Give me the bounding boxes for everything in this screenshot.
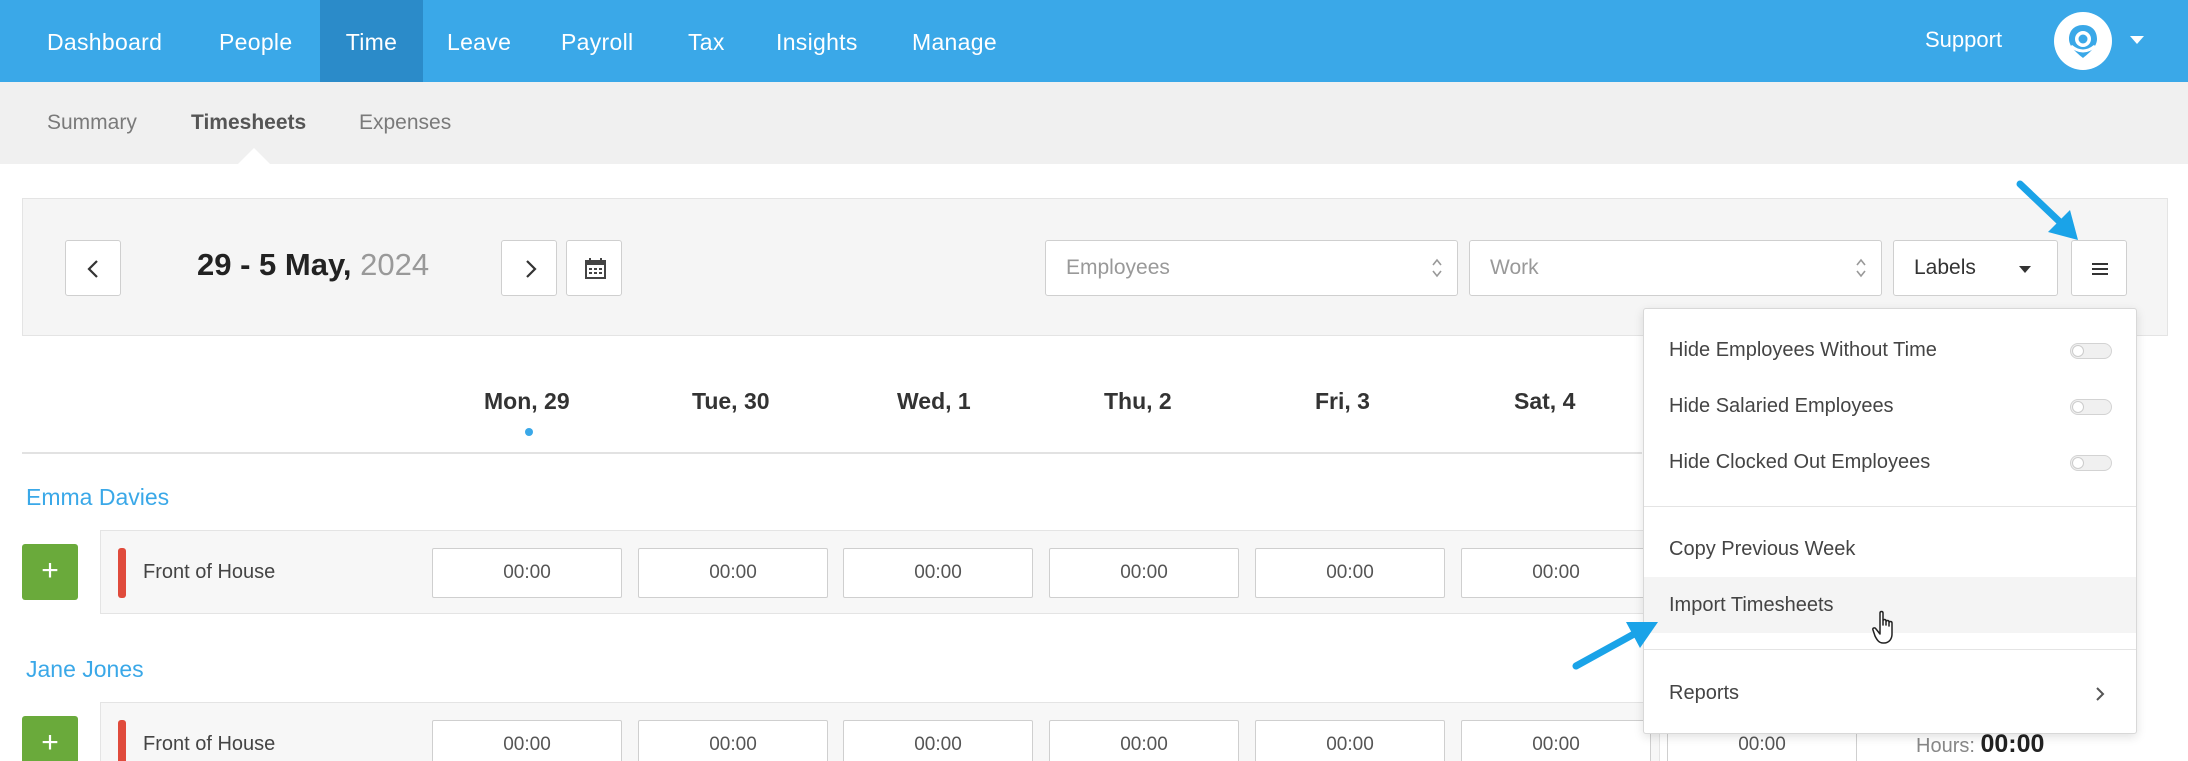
nav-dashboard[interactable]: Dashboard — [47, 0, 162, 82]
account-menu-caret-icon[interactable] — [2130, 36, 2144, 44]
active-tab-pointer-icon — [238, 148, 270, 164]
date-year: 2024 — [360, 247, 430, 282]
nav-leave[interactable]: Leave — [447, 0, 511, 82]
sort-updown-icon — [1432, 258, 1442, 278]
time-input[interactable]: 00:00 — [1255, 720, 1445, 761]
add-time-button[interactable]: + — [22, 544, 78, 600]
sub-navigation: Summary Timesheets Expenses — [0, 82, 2188, 164]
nav-insights[interactable]: Insights — [776, 0, 858, 82]
time-input[interactable]: 00:00 — [1461, 548, 1651, 598]
nav-people[interactable]: People — [219, 0, 292, 82]
labels-dropdown[interactable]: Labels — [1893, 240, 2058, 296]
time-input[interactable]: 00:00 — [1049, 720, 1239, 761]
tab-summary[interactable]: Summary — [47, 82, 137, 164]
chevron-right-icon — [526, 260, 537, 278]
menu-divider — [1644, 506, 2136, 507]
today-indicator — [525, 428, 533, 436]
nav-manage[interactable]: Manage — [912, 0, 997, 82]
time-input[interactable]: 00:00 — [1461, 720, 1651, 761]
employee-name-link[interactable]: Jane Jones — [26, 656, 144, 683]
menu-item-copy-previous-week[interactable]: Copy Previous Week — [1644, 521, 2136, 577]
time-input[interactable]: 00:00 — [638, 720, 828, 761]
nav-tax[interactable]: Tax — [688, 0, 725, 82]
options-menu-button[interactable] — [2071, 240, 2127, 296]
next-week-button[interactable] — [501, 240, 557, 296]
hand-cursor-icon — [1872, 610, 1893, 644]
sort-updown-icon — [1856, 258, 1866, 278]
total-hours: Hours: 00:00 — [1916, 730, 2044, 759]
menu-item-reports[interactable]: Reports — [1644, 665, 2136, 721]
day-header: Mon, 29 — [484, 388, 570, 414]
labels-label: Labels — [1914, 256, 1976, 279]
time-input[interactable]: 00:00 — [1255, 548, 1445, 598]
time-input[interactable]: 00:00 — [1049, 548, 1239, 598]
work-select[interactable]: Work — [1469, 240, 1882, 296]
time-input[interactable]: 00:00 — [432, 720, 622, 761]
menu-item-label: Hide Employees Without Time — [1669, 339, 1937, 361]
date-range: 29 - 5 May, — [197, 247, 352, 282]
employees-select[interactable]: Employees — [1045, 240, 1458, 296]
toggle-switch[interactable] — [2070, 399, 2112, 415]
hours-label: Hours: — [1916, 735, 1975, 757]
menu-item-label: Hide Salaried Employees — [1669, 395, 1894, 417]
previous-week-button[interactable] — [65, 240, 121, 296]
work-type-color-marker — [118, 720, 126, 761]
tab-expenses[interactable]: Expenses — [359, 82, 451, 164]
time-input[interactable]: 00:00 — [843, 720, 1033, 761]
day-header: Wed, 1 — [897, 388, 971, 414]
avatar[interactable] — [2054, 12, 2112, 70]
annotation-arrow-icon — [1572, 622, 1658, 670]
menu-item-label: Hide Clocked Out Employees — [1669, 451, 1931, 473]
menu-item-hide-employees-without-time[interactable]: Hide Employees Without Time — [1644, 322, 2136, 378]
work-placeholder: Work — [1490, 256, 1539, 279]
calendar-icon — [585, 258, 606, 279]
caret-down-icon — [2019, 266, 2031, 273]
menu-item-hide-salaried-employees[interactable]: Hide Salaried Employees — [1644, 378, 2136, 434]
menu-item-hide-clocked-out-employees[interactable]: Hide Clocked Out Employees — [1644, 434, 2136, 490]
work-type-label: Front of House — [143, 561, 276, 583]
annotation-arrow-icon — [2016, 180, 2078, 240]
employees-placeholder: Employees — [1066, 256, 1170, 279]
time-input[interactable]: 00:00 — [638, 548, 828, 598]
support-link[interactable]: Support — [1925, 0, 2002, 82]
nav-payroll[interactable]: Payroll — [561, 0, 633, 82]
divider — [22, 452, 1642, 454]
employee-name-link[interactable]: Emma Davies — [26, 484, 169, 511]
timesheet-options-menu: Hide Employees Without Time Hide Salarie… — [1643, 308, 2137, 734]
hamburger-menu-icon — [2092, 263, 2108, 275]
day-header: Thu, 2 — [1104, 388, 1172, 414]
add-time-button[interactable]: + — [22, 716, 78, 761]
user-avatar-icon — [2069, 25, 2097, 58]
time-input[interactable]: 00:00 — [843, 548, 1033, 598]
toggle-switch[interactable] — [2070, 455, 2112, 471]
chevron-right-icon — [2096, 687, 2105, 701]
hours-value: 00:00 — [1980, 730, 2045, 758]
date-range-title: 29 - 5 May, 2024 — [197, 247, 429, 283]
calendar-button[interactable] — [566, 240, 622, 296]
day-header: Fri, 3 — [1315, 388, 1370, 414]
time-input[interactable]: 00:00 — [432, 548, 622, 598]
menu-divider — [1644, 649, 2136, 650]
menu-item-label: Reports — [1669, 682, 1740, 704]
chevron-left-icon — [87, 260, 98, 278]
day-header: Tue, 30 — [692, 388, 770, 414]
top-navigation: Dashboard People Time Leave Payroll Tax … — [0, 0, 2188, 82]
work-type-label: Front of House — [143, 733, 276, 755]
work-type-color-marker — [118, 548, 126, 598]
day-header: Sat, 4 — [1514, 388, 1576, 414]
toggle-switch[interactable] — [2070, 343, 2112, 359]
nav-time[interactable]: Time — [320, 0, 423, 82]
